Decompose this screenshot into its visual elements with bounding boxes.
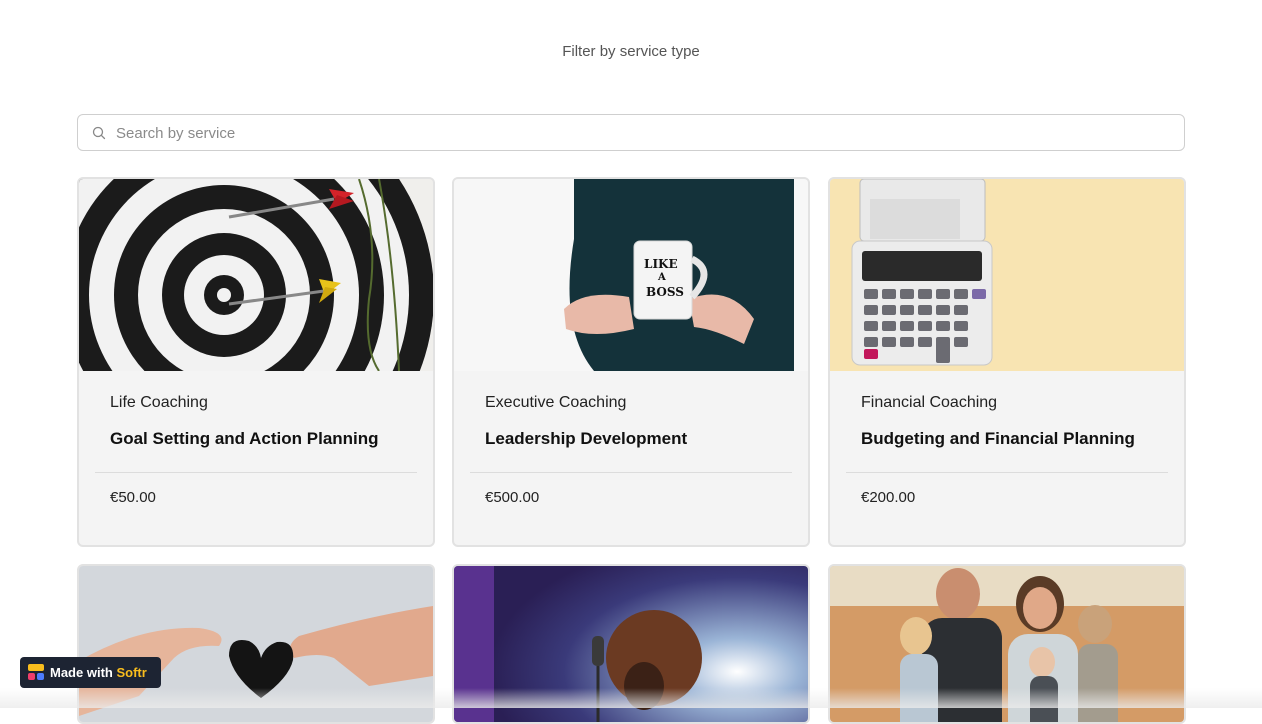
service-card[interactable] bbox=[77, 564, 435, 724]
hands-heart-image bbox=[79, 566, 433, 722]
service-card[interactable] bbox=[828, 564, 1186, 724]
calculator-image bbox=[830, 179, 1184, 371]
service-card[interactable] bbox=[452, 564, 810, 724]
badge-brand-text: Softr bbox=[116, 665, 147, 680]
card-divider bbox=[95, 472, 417, 473]
softr-logo-icon bbox=[28, 664, 44, 680]
mug-text-line: A bbox=[658, 272, 666, 283]
card-category: Executive Coaching bbox=[485, 394, 627, 411]
singer-stage-image bbox=[454, 566, 808, 722]
card-title[interactable]: Leadership Development bbox=[485, 429, 687, 449]
card-price: €50.00 bbox=[110, 489, 156, 506]
mug-text-line: BOSS bbox=[646, 285, 684, 299]
service-card[interactable]: Financial Coaching Budgeting and Financi… bbox=[828, 177, 1186, 547]
card-divider bbox=[470, 472, 792, 473]
like-a-boss-mug-image: LIKE A BOSS bbox=[454, 179, 808, 371]
search-bar[interactable] bbox=[77, 114, 1185, 152]
dartboard-image bbox=[79, 179, 433, 371]
search-input[interactable] bbox=[114, 115, 1178, 152]
card-price: €200.00 bbox=[861, 489, 916, 506]
family-field-image bbox=[830, 566, 1184, 722]
mug-text-line: LIKE bbox=[644, 257, 678, 271]
search-icon bbox=[92, 126, 106, 140]
card-category: Financial Coaching bbox=[861, 394, 998, 411]
filter-by-service-type-label: Filter by service type bbox=[562, 43, 700, 60]
card-divider bbox=[846, 472, 1168, 473]
service-card[interactable]: Life Coaching Goal Setting and Action Pl… bbox=[77, 177, 435, 547]
card-category: Life Coaching bbox=[110, 394, 208, 411]
card-title[interactable]: Budgeting and Financial Planning bbox=[861, 429, 1135, 449]
made-with-softr-badge[interactable]: Made with Softr bbox=[20, 657, 161, 688]
badge-made-with-text: Made with bbox=[50, 665, 117, 680]
card-price: €500.00 bbox=[485, 489, 540, 506]
service-card[interactable]: LIKE A BOSS Executive Coaching Leadershi… bbox=[452, 177, 810, 547]
card-title[interactable]: Goal Setting and Action Planning bbox=[110, 429, 379, 449]
